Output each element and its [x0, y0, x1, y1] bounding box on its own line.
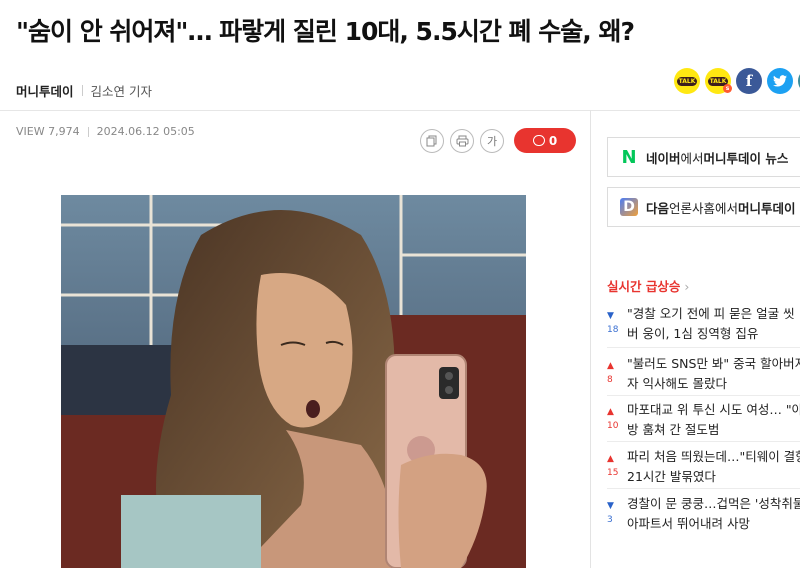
print-icon	[456, 135, 468, 146]
naver-subscribe-banner[interactable]: N 네이버 에서 머니투데이 뉴스	[607, 137, 800, 177]
trending-title-text: 실시간 급상승	[607, 279, 681, 294]
article-tools: 가 0	[420, 128, 576, 153]
trending-line2: 21시간 발묶였다	[627, 469, 716, 484]
naver-banner-bold2: 머니투데이 뉴스	[703, 150, 789, 166]
font-size-button[interactable]: 가	[480, 128, 504, 153]
trending-line2: 아파트서 뛰어내려 사망	[627, 516, 750, 531]
comment-count: 0	[548, 133, 558, 148]
copy-url-button[interactable]	[420, 128, 444, 153]
trending-title[interactable]: 실시간 급상승 ›	[607, 276, 689, 295]
byline-divider	[81, 85, 83, 96]
daum-banner-bold2: 머니투데이	[738, 200, 796, 216]
trending-line2: 방 훔쳐 간 절도범	[627, 422, 720, 437]
byline: 머니투데이 김소연 기자	[16, 81, 152, 100]
trending-line1: 파리 처음 띄웠는데…"티웨이 결항	[627, 449, 800, 464]
trending-line1: 경찰이 문 쿵쿵…겁먹은 '성착취물	[627, 496, 800, 511]
meta-divider	[87, 127, 89, 137]
trending-item[interactable]: ▲ 15 파리 처음 띄웠는데…"티웨이 결항 21시간 발묶였다	[607, 447, 800, 487]
naver-banner-bold: 네이버	[646, 150, 681, 166]
naver-logo-icon: N	[621, 146, 637, 168]
rank-change: 8	[607, 375, 613, 385]
article-photo[interactable]	[61, 195, 526, 568]
trending-line2: 버 웅이, 1심 징역형 집유	[627, 326, 759, 341]
trending-line1: 마포대교 위 투신 시도 여성… "아	[627, 402, 800, 417]
press-name[interactable]: 머니투데이	[16, 81, 74, 100]
copy-icon	[426, 135, 437, 146]
chevron-right-icon: ›	[684, 279, 690, 294]
view-count: VIEW 7,974	[16, 125, 80, 138]
comment-button[interactable]: 0	[514, 128, 576, 153]
article-headline: "숨이 안 쉬어져"… 파랗게 질린 10대, 5.5시간 폐 수술, 왜?	[16, 17, 635, 46]
trending-line2: 자 익사해도 몰랐다	[627, 376, 727, 391]
share-bar: TALK TALK s f	[674, 68, 800, 94]
trending-divider	[607, 347, 800, 348]
twitter-bird-icon	[773, 75, 787, 87]
trending-divider	[607, 441, 800, 442]
trending-item[interactable]: ▼ 3 경찰이 문 쿵쿵…겁먹은 '성착취물 아파트서 뛰어내려 사망	[607, 494, 800, 534]
reporter-name[interactable]: 김소연 기자	[91, 81, 152, 100]
rank-change: 15	[607, 468, 619, 478]
daum-banner-text: 언론사홈에서	[669, 200, 739, 216]
trending-divider	[607, 488, 800, 489]
kakaotalk-share-button[interactable]: TALK	[674, 68, 700, 94]
publish-date: 2024.06.12 05:05	[96, 125, 195, 138]
daum-banner-bold: 다음	[646, 200, 670, 216]
trending-line1: "불러도 SNS만 봐" 중국 할아버지	[627, 356, 800, 371]
rank-change: 3	[607, 515, 613, 525]
rank-change: 10	[607, 421, 619, 431]
kakaotalk-icon: TALK	[676, 76, 698, 86]
header-divider	[0, 110, 800, 111]
daum-logo-icon: D	[620, 198, 638, 216]
facebook-icon: f	[745, 72, 753, 90]
trending-item[interactable]: ▼ 18 "경찰 오기 전에 피 묻은 얼굴 씻 버 웅이, 1심 징역형 집유	[607, 304, 800, 344]
print-button[interactable]	[450, 128, 474, 153]
facebook-share-button[interactable]: f	[736, 68, 762, 94]
trending-item[interactable]: ▲ 8 "불러도 SNS만 봐" 중국 할아버지 자 익사해도 몰랐다	[607, 354, 800, 394]
trending-divider	[607, 395, 800, 396]
article-photo-image	[61, 195, 526, 568]
column-divider	[590, 110, 591, 568]
twitter-share-button[interactable]	[767, 68, 793, 94]
comment-icon	[532, 135, 545, 146]
trending-item[interactable]: ▲ 10 마포대교 위 투신 시도 여성… "아 방 훔쳐 간 절도범	[607, 400, 800, 440]
kakaostory-badge: s	[723, 84, 732, 93]
naver-banner-text: 에서	[680, 150, 704, 166]
daum-subscribe-banner[interactable]: D 다음 언론사홈에서 머니투데이	[607, 187, 800, 227]
rank-change: 18	[607, 325, 619, 335]
trending-line1: "경찰 오기 전에 피 묻은 얼굴 씻	[627, 306, 795, 321]
kakaostory-share-button[interactable]: TALK s	[705, 68, 732, 94]
article-meta: VIEW 7,974 2024.06.12 05:05	[16, 125, 195, 138]
